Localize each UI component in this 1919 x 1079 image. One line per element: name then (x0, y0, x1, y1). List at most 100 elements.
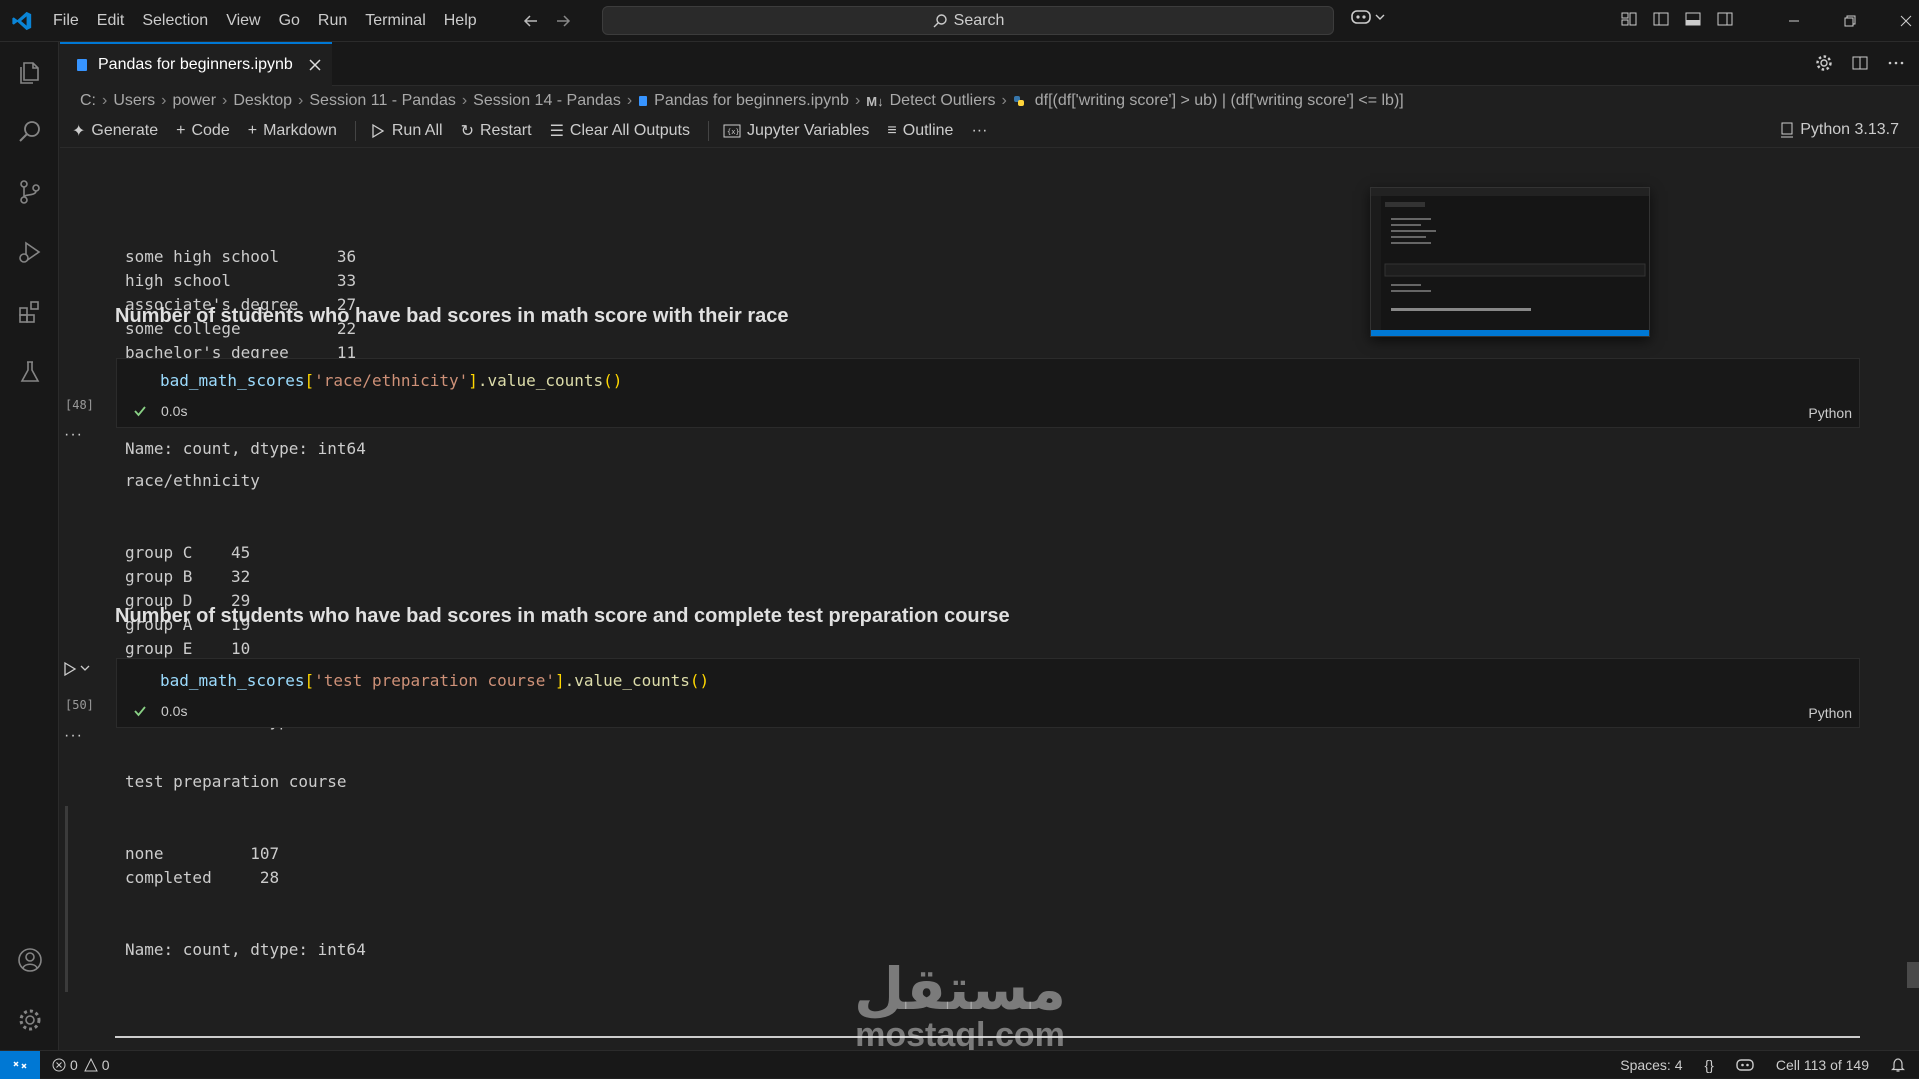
restart-label: Restart (479, 122, 532, 139)
breadcrumb-item[interactable]: Pandas for beginners.ipynb (654, 92, 849, 110)
cell-language[interactable]: Python (1808, 705, 1852, 721)
menu-edit[interactable]: Edit (88, 0, 134, 42)
source-control-icon[interactable] (0, 162, 59, 222)
manage-gear-icon[interactable] (0, 990, 59, 1050)
toggle-secondary-sidebar-icon[interactable] (1716, 10, 1734, 28)
output-header: race/ethnicity (125, 471, 260, 490)
activity-bar (0, 42, 59, 1050)
chevron-right-icon: › (626, 92, 633, 109)
split-editor-icon[interactable] (1851, 54, 1869, 72)
plus-icon: + (247, 122, 258, 139)
cell-position[interactable]: Cell 113 of 149 (1776, 1057, 1869, 1073)
jupyter-variables-button[interactable]: {x} Jupyter Variables (723, 122, 869, 140)
toolbar-more-button[interactable]: ··· (971, 122, 987, 140)
code-cell-48[interactable]: bad_math_scores['race/ethnicity'].value_… (116, 358, 1860, 428)
toolbar-divider (707, 121, 709, 141)
output-header: test preparation course (125, 772, 347, 791)
chevron-right-icon: › (461, 92, 468, 109)
cell-language[interactable]: Python (1808, 405, 1852, 421)
generate-button[interactable]: ✦ Generate (72, 121, 158, 141)
indentation-status[interactable]: Spaces: 4 (1620, 1057, 1682, 1073)
code-editor[interactable]: bad_math_scores['test preparation course… (160, 671, 709, 690)
chevron-right-icon: › (298, 92, 304, 109)
breadcrumb-item[interactable]: Session 11 - Pandas (309, 92, 455, 110)
kernel-icon (1780, 122, 1794, 138)
run-debug-icon[interactable] (0, 222, 59, 282)
execution-count: [50] (65, 698, 94, 712)
menu-view[interactable]: View (217, 0, 269, 42)
code-token-string: 'test preparation course' (314, 671, 555, 690)
watermark-latin: mostaql.com (855, 1016, 1065, 1054)
close-icon[interactable] (309, 59, 321, 71)
toggle-panel-icon[interactable] (1684, 10, 1702, 28)
restart-button[interactable]: ↻ Restart (461, 121, 532, 141)
accounts-icon[interactable] (0, 930, 59, 990)
command-center-search[interactable]: Search (602, 6, 1334, 35)
output-row-value: 36 (336, 247, 357, 266)
tab-notebook[interactable]: Pandas for beginners.ipynb (60, 42, 332, 86)
run-all-label: Run All (391, 122, 443, 139)
kernel-picker[interactable]: Python 3.13.7 (1780, 121, 1899, 139)
output-row: group B 32 (125, 565, 366, 589)
run-cell-icon[interactable] (62, 661, 78, 677)
breadcrumb-item[interactable]: Detect Outliers (890, 92, 996, 110)
chevron-down-icon[interactable] (80, 663, 90, 673)
output-more-ellipsis[interactable]: ··· (64, 727, 83, 745)
breadcrumb-item[interactable]: df[(df['writing score'] > ub) | (df['wri… (1035, 92, 1404, 110)
menu-terminal[interactable]: Terminal (356, 0, 434, 42)
code-token-parens: () (603, 371, 623, 390)
copilot-menu[interactable] (1350, 8, 1386, 26)
outline-button[interactable]: ≡ Outline (887, 122, 953, 140)
scrollbar-thumb[interactable] (1907, 962, 1919, 988)
markdown-heading-race: Number of students who have bad scores i… (115, 305, 789, 327)
forward-arrow-icon[interactable] (554, 12, 572, 30)
toggle-primary-sidebar-icon[interactable] (1652, 10, 1670, 28)
breadcrumb-item[interactable]: Desktop (233, 92, 292, 110)
remote-indicator[interactable] (0, 1050, 40, 1079)
menu-selection[interactable]: Selection (133, 0, 217, 42)
testing-icon[interactable] (0, 342, 59, 402)
clear-all-icon: ☰ (549, 123, 564, 140)
menu-run[interactable]: Run (309, 0, 356, 42)
extensions-icon[interactable] (0, 282, 59, 342)
menu-go[interactable]: Go (270, 0, 309, 42)
sparkle-icon: ✦ (72, 123, 86, 140)
output-row: none 107 (125, 842, 366, 866)
clear-outputs-button[interactable]: ☰ Clear All Outputs (550, 121, 690, 141)
language-mode-braces[interactable]: {} (1705, 1057, 1714, 1073)
gear-icon[interactable] (1815, 54, 1833, 72)
breadcrumb: C: › Users › power › Desktop › Session 11 - … (60, 88, 1919, 114)
customize-layout-icon[interactable] (1620, 10, 1638, 28)
breadcrumb-item[interactable]: power (172, 92, 216, 110)
notifications-bell-icon[interactable] (1891, 1057, 1905, 1073)
copilot-icon (1350, 8, 1372, 26)
generate-label: Generate (91, 122, 159, 139)
copilot-status-icon[interactable] (1736, 1058, 1754, 1072)
restore-icon[interactable] (1822, 0, 1878, 42)
breadcrumb-item[interactable]: Session 14 - Pandas (473, 92, 621, 110)
close-window-icon[interactable] (1878, 0, 1919, 42)
breadcrumb-item[interactable]: Users (113, 92, 155, 110)
add-markdown-cell-button[interactable]: + Markdown (248, 122, 337, 140)
output-more-ellipsis[interactable]: ··· (64, 426, 83, 444)
code-token-var: bad_math_scores (160, 671, 305, 690)
code-token-bracket: [ (304, 671, 315, 690)
back-arrow-icon[interactable] (522, 12, 540, 30)
title-bar: File Edit Selection View Go Run Terminal… (0, 0, 1919, 42)
add-code-cell-button[interactable]: + Code (176, 122, 230, 140)
code-cell-50[interactable]: bad_math_scores['test preparation course… (116, 658, 1860, 728)
variables-icon: {x} (723, 124, 741, 138)
menu-file[interactable]: File (44, 0, 88, 42)
run-all-button[interactable]: Run All (370, 122, 443, 140)
minimize-icon[interactable] (1766, 0, 1822, 42)
cell-status: 0.0s (133, 403, 187, 419)
error-count: 0 (70, 1056, 78, 1073)
problems-indicator[interactable]: 0 0 (52, 1057, 110, 1073)
more-actions-icon[interactable] (1887, 54, 1905, 72)
variables-label: Jupyter Variables (746, 122, 870, 139)
breadcrumb-item[interactable]: C: (80, 92, 96, 110)
explorer-icon[interactable] (0, 42, 59, 102)
search-icon[interactable] (0, 102, 59, 162)
code-editor[interactable]: bad_math_scores['race/ethnicity'].value_… (160, 371, 622, 390)
menu-help[interactable]: Help (435, 0, 486, 42)
